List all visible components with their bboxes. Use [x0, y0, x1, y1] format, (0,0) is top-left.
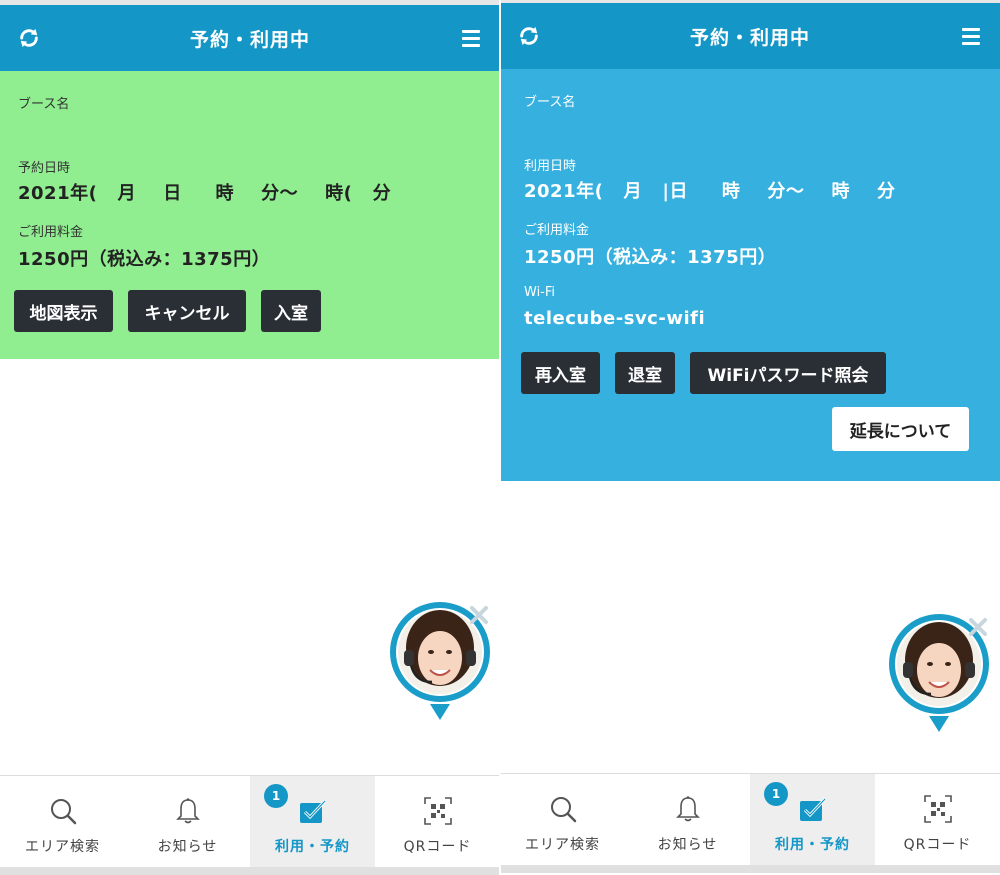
- page-title: 予約・利用中: [189, 28, 310, 51]
- refresh-icon: [20, 28, 38, 48]
- fee-value: 1250円（税込み：1375円）: [524, 247, 777, 268]
- menu-button[interactable]: [956, 21, 986, 51]
- hamburger-bar: [462, 43, 480, 47]
- datetime-value: 2021年( 月 |日 時 分～ 時 分: [524, 181, 896, 202]
- fee-label: ご利用料金: [524, 223, 590, 238]
- refresh-icon: [520, 26, 538, 46]
- nav-item-qr-code[interactable]: QRコード: [375, 776, 500, 867]
- extension-info-button[interactable]: 延長について: [832, 407, 969, 451]
- fee-label: ご利用料金: [18, 225, 84, 240]
- nav-label: エリア検索: [525, 837, 600, 853]
- app-header: 予約・利用中: [500, 3, 1000, 69]
- refresh-button[interactable]: [14, 23, 44, 53]
- cancel-button[interactable]: キャンセル: [128, 290, 246, 332]
- qr-code-icon: [923, 794, 953, 824]
- app-header: 予約・利用中: [0, 5, 500, 71]
- map-button[interactable]: 地図表示: [14, 290, 113, 332]
- right-screen: 予約・利用中 ブース名 利用日時 2021年( 月 |日 時 分～ 時 分 ご利…: [500, 0, 1000, 875]
- enter-button[interactable]: 入室: [261, 290, 321, 332]
- bell-icon: [173, 796, 203, 826]
- hamburger-icon: [462, 29, 480, 33]
- search-icon: [548, 794, 578, 824]
- bell-icon: [673, 794, 703, 824]
- nav-label: エリア検索: [25, 839, 100, 855]
- nav-item-usage-reservation[interactable]: 1 利用・予約: [750, 774, 875, 865]
- refresh-button[interactable]: [514, 21, 544, 51]
- page-title: 予約・利用中: [689, 26, 810, 49]
- left-screen: 予約・利用中 ブース名 予約日時 2021年( 月 日 時 分～ 時( 分 ご利…: [0, 0, 500, 875]
- screen-divider: [499, 0, 501, 875]
- checkbox-icon: [298, 796, 328, 826]
- nav-label: 利用・予約: [275, 839, 350, 855]
- nav-item-qr-code[interactable]: QRコード: [875, 774, 1000, 865]
- reenter-button[interactable]: 再入室: [521, 352, 600, 394]
- close-icon: [969, 618, 987, 636]
- nav-item-usage-reservation[interactable]: 1 利用・予約: [250, 776, 375, 867]
- qr-code-icon: [423, 796, 453, 826]
- support-operator-widget[interactable]: [887, 612, 991, 736]
- bottom-strip: [0, 867, 500, 875]
- operator-avatar-icon: [889, 614, 989, 732]
- fee-value: 1250円（税込み：1375円）: [18, 249, 271, 270]
- hamburger-bar: [962, 41, 980, 45]
- datetime-value: 2021年( 月 日 時 分～ 時( 分: [18, 183, 392, 204]
- bottom-navigation: エリア検索 お知らせ 1 利用・予約 QRコード: [0, 775, 500, 867]
- notification-badge: 1: [264, 784, 288, 808]
- nav-label: お知らせ: [657, 837, 718, 853]
- wifi-label: Wi-Fi: [524, 285, 556, 300]
- wifi-password-button[interactable]: WiFiパスワード照会: [690, 352, 886, 394]
- bottom-navigation: エリア検索 お知らせ 1 利用・予約 QRコード: [500, 773, 1000, 865]
- wifi-value: telecube-svc-wifi: [524, 308, 706, 329]
- reservation-card: ブース名 予約日時 2021年( 月 日 時 分～ 時( 分 ご利用料金 125…: [0, 71, 500, 359]
- datetime-label: 利用日時: [524, 159, 577, 174]
- close-icon: [470, 606, 488, 624]
- nav-label: 利用・予約: [775, 837, 850, 853]
- hamburger-icon: [962, 27, 980, 31]
- nav-item-notifications[interactable]: お知らせ: [125, 776, 250, 867]
- datetime-label: 予約日時: [18, 161, 71, 176]
- in-use-card: ブース名 利用日時 2021年( 月 |日 時 分～ 時 分 ご利用料金 125…: [500, 69, 1000, 481]
- bottom-strip: [500, 865, 1000, 873]
- search-icon: [48, 796, 78, 826]
- booth-label: ブース名: [18, 97, 70, 112]
- notification-badge: 1: [764, 782, 788, 806]
- nav-label: QRコード: [403, 839, 472, 855]
- checkbox-icon: [798, 794, 828, 824]
- hamburger-bar: [462, 36, 480, 40]
- booth-label: ブース名: [524, 95, 576, 110]
- support-operator-widget[interactable]: [388, 600, 492, 724]
- exit-button[interactable]: 退室: [615, 352, 675, 394]
- nav-label: QRコード: [903, 837, 972, 853]
- nav-label: お知らせ: [157, 839, 218, 855]
- nav-item-area-search[interactable]: エリア検索: [500, 774, 625, 865]
- nav-item-area-search[interactable]: エリア検索: [0, 776, 125, 867]
- menu-button[interactable]: [456, 23, 486, 53]
- hamburger-bar: [962, 34, 980, 38]
- operator-avatar-icon: [390, 602, 490, 720]
- nav-item-notifications[interactable]: お知らせ: [625, 774, 750, 865]
